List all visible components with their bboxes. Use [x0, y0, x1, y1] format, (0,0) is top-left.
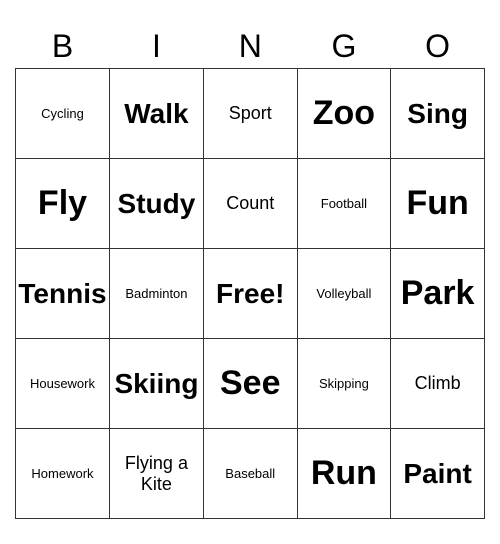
bingo-cell: Run: [297, 429, 391, 519]
bingo-cell: Zoo: [297, 69, 391, 159]
bingo-body: CyclingWalkSportZooSingFlyStudyCountFoot…: [16, 69, 485, 519]
bingo-cell: Walk: [109, 69, 203, 159]
bingo-row: FlyStudyCountFootballFun: [16, 159, 485, 249]
bingo-cell: Housework: [16, 339, 110, 429]
bingo-cell: Badminton: [109, 249, 203, 339]
bingo-row: CyclingWalkSportZooSing: [16, 69, 485, 159]
bingo-cell: Sing: [391, 69, 485, 159]
bingo-cell: Park: [391, 249, 485, 339]
bingo-cell: Skipping: [297, 339, 391, 429]
bingo-cell: Climb: [391, 339, 485, 429]
bingo-cell: Football: [297, 159, 391, 249]
bingo-cell: Skiing: [109, 339, 203, 429]
bingo-cell: Cycling: [16, 69, 110, 159]
bingo-cell: Paint: [391, 429, 485, 519]
bingo-cell: Tennis: [16, 249, 110, 339]
bingo-cell: Study: [109, 159, 203, 249]
bingo-cell: Fun: [391, 159, 485, 249]
bingo-cell: Sport: [203, 69, 297, 159]
bingo-row: HomeworkFlying a KiteBaseballRunPaint: [16, 429, 485, 519]
header-letter: B: [16, 25, 110, 69]
bingo-cell: Baseball: [203, 429, 297, 519]
bingo-row: TennisBadmintonFree!VolleyballPark: [16, 249, 485, 339]
bingo-cell: Free!: [203, 249, 297, 339]
bingo-cell: Flying a Kite: [109, 429, 203, 519]
bingo-cell: Fly: [16, 159, 110, 249]
header-letter: G: [297, 25, 391, 69]
header-letter: N: [203, 25, 297, 69]
bingo-row: HouseworkSkiingSeeSkippingClimb: [16, 339, 485, 429]
bingo-card: BINGO CyclingWalkSportZooSingFlyStudyCou…: [15, 25, 485, 520]
bingo-cell: See: [203, 339, 297, 429]
header-letter: I: [109, 25, 203, 69]
header-row: BINGO: [16, 25, 485, 69]
bingo-cell: Homework: [16, 429, 110, 519]
bingo-cell: Count: [203, 159, 297, 249]
bingo-cell: Volleyball: [297, 249, 391, 339]
header-letter: O: [391, 25, 485, 69]
